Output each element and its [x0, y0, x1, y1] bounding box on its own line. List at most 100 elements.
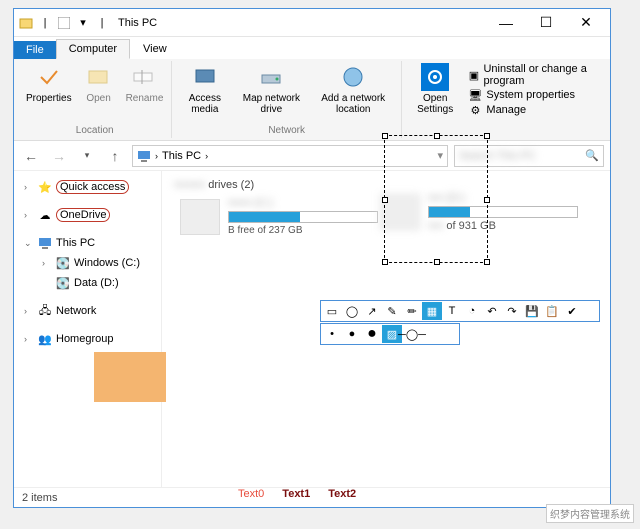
tab-file[interactable]: File	[14, 41, 56, 59]
usage-bar	[228, 211, 378, 223]
disk-icon: 💽	[55, 255, 71, 271]
pen-tool[interactable]: ✎	[382, 302, 402, 320]
rename-button[interactable]: Rename	[122, 61, 168, 106]
window-title: This PC	[118, 17, 157, 29]
search-icon[interactable]: 🔍	[585, 149, 599, 162]
address-bar: ← → ▾ ↑ › This PC › ▾ Search This PC 🔍	[14, 141, 610, 171]
back-button[interactable]: ←	[20, 145, 42, 167]
drive-item[interactable]: ▪▪▪▪ (D:) ▪▪▪▪ of 931 GB	[380, 192, 598, 232]
arrow-tool[interactable]: ↗	[362, 302, 382, 320]
properties-button[interactable]: Properties	[22, 61, 76, 106]
tree-network[interactable]: ›🖧Network	[16, 301, 159, 321]
footer-text: Text0 Text1 Text2	[238, 488, 356, 500]
watermark: 织梦内容管理系统	[546, 504, 634, 523]
network-icon: 🖧	[37, 303, 53, 319]
media-icon	[191, 63, 219, 91]
label: Properties	[26, 93, 72, 104]
star-icon: ⭐	[37, 179, 53, 195]
dropdown-icon[interactable]: ▾	[75, 15, 91, 31]
counter-tool[interactable]: ◔	[462, 302, 482, 320]
text-tool[interactable]: T	[442, 302, 462, 320]
ribbon: Properties Open Rename Location Access m…	[14, 59, 610, 141]
open-settings-button[interactable]: Open Settings	[406, 61, 464, 117]
ellipse-tool[interactable]: ◯	[342, 302, 362, 320]
label: System properties	[486, 89, 575, 101]
label: Access media	[180, 93, 229, 115]
breadcrumb-segment[interactable]: This PC	[162, 150, 201, 162]
tree-quick-access[interactable]: ›⭐Quick access	[16, 177, 159, 197]
maximize-button[interactable]: ☐	[526, 11, 566, 35]
tree-drive-c[interactable]: ›💽Windows (C:)	[16, 253, 159, 273]
label: Network	[56, 305, 96, 317]
size-med[interactable]: ●	[342, 325, 362, 343]
forward-button[interactable]: →	[48, 145, 70, 167]
ribbon-tabs: File Computer View	[14, 37, 610, 59]
redo-button[interactable]: ↷	[502, 302, 522, 320]
label: Windows (C:)	[74, 257, 140, 269]
label: Homegroup	[56, 333, 113, 345]
nav-tree: ›⭐Quick access ›☁OneDrive ⌄This PC ›💽Win…	[14, 171, 162, 487]
search-input[interactable]: Search This PC 🔍	[454, 145, 604, 167]
map-drive-button[interactable]: Map network drive	[235, 61, 307, 117]
tree-onedrive[interactable]: ›☁OneDrive	[16, 205, 159, 225]
up-button[interactable]: ↑	[104, 145, 126, 167]
size-large[interactable]: ●	[362, 325, 382, 343]
check-icon	[35, 63, 63, 91]
marker-tool[interactable]: ✏	[402, 302, 422, 320]
brush-toolbar[interactable]: • ● ● ▨ ─◯─	[320, 323, 460, 345]
sticky-note[interactable]	[94, 352, 166, 402]
done-button[interactable]: ✔	[562, 302, 582, 320]
add-location-button[interactable]: Add a network location	[309, 61, 396, 117]
tree-this-pc[interactable]: ⌄This PC	[16, 233, 159, 253]
homegroup-icon: 👥	[37, 331, 53, 347]
uninstall-button[interactable]: ▣Uninstall or change a program	[468, 63, 600, 87]
slider[interactable]: ─◯─	[402, 325, 422, 343]
rect-tool[interactable]: ▭	[322, 302, 342, 320]
ribbon-group-system: Open Settings ▣Uninstall or change a pro…	[402, 61, 606, 138]
tab-view[interactable]: View	[130, 39, 180, 59]
label: This PC	[56, 237, 95, 249]
label: Rename	[126, 93, 164, 104]
tab-computer[interactable]: Computer	[56, 39, 130, 59]
recent-dropdown[interactable]: ▾	[76, 145, 98, 167]
label: Uninstall or change a program	[483, 63, 600, 87]
drive-icon	[257, 63, 285, 91]
pc-icon	[137, 149, 151, 163]
checkbox-icon[interactable]	[56, 15, 72, 31]
drive-name: ▪▪▪▪▪▪ (C:)	[228, 197, 388, 209]
drive-icon	[180, 199, 220, 235]
drive-free: ▪▪▪▪ of 931 GB	[428, 220, 588, 232]
item-count: 2 items	[22, 492, 57, 504]
save-button[interactable]: 💾	[522, 302, 542, 320]
gear-icon	[421, 63, 449, 91]
section-heading: ▪▪▪▪▪▪▪▪ drives (2)	[174, 179, 598, 191]
close-button[interactable]: ✕	[566, 11, 606, 35]
mosaic-tool[interactable]: ▦	[422, 302, 442, 320]
divider-icon: |	[94, 15, 110, 31]
group-label: Location	[76, 123, 114, 138]
text0: Text0	[238, 488, 264, 500]
access-media-button[interactable]: Access media	[176, 61, 233, 117]
label: Open	[86, 93, 110, 104]
cloud-icon: ☁	[37, 207, 53, 223]
copy-button[interactable]: 📋	[542, 302, 562, 320]
label: Open Settings	[410, 93, 460, 115]
tree-homegroup[interactable]: ›👥Homegroup	[16, 329, 159, 349]
size-small[interactable]: •	[322, 325, 342, 343]
open-button[interactable]: Open	[78, 61, 120, 106]
explorer-window: | ▾ | This PC — ☐ ✕ File Computer View P…	[13, 8, 611, 508]
manage-button[interactable]: ⚙Manage	[468, 103, 600, 117]
annotation-toolbar[interactable]: ▭ ◯ ↗ ✎ ✏ ▦ T ◔ ↶ ↷ 💾 📋 ✔	[320, 300, 600, 322]
undo-button[interactable]: ↶	[482, 302, 502, 320]
system-properties-button[interactable]: 🖥System properties	[468, 88, 600, 102]
drive-free: B free of 237 GB	[228, 225, 388, 236]
tree-drive-d[interactable]: 💽Data (D:)	[16, 273, 159, 293]
pc-icon	[37, 235, 53, 251]
text2: Text2	[328, 488, 356, 500]
minimize-button[interactable]: —	[486, 11, 526, 35]
label: Manage	[486, 104, 526, 116]
rename-icon	[130, 63, 158, 91]
label: Map network drive	[239, 93, 303, 115]
breadcrumb[interactable]: › This PC › ▾	[132, 145, 448, 167]
folder-open-icon	[85, 63, 113, 91]
